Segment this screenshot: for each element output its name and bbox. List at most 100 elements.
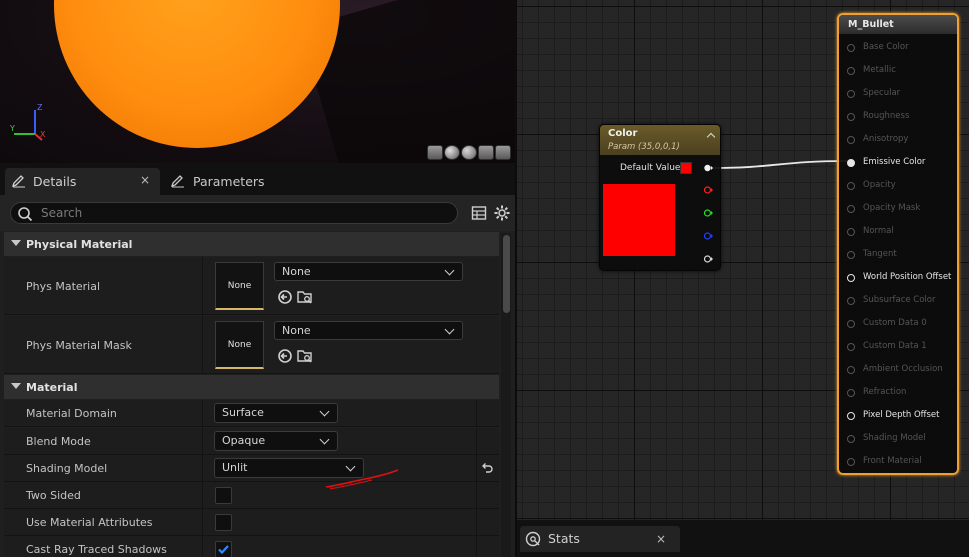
- material-domain-select[interactable]: Surface: [214, 403, 338, 423]
- output-pin-r[interactable]: [704, 186, 713, 194]
- tab-details-label: Details: [33, 174, 77, 189]
- cube-icon[interactable]: [478, 145, 494, 160]
- input-pin-icon[interactable]: [847, 159, 855, 167]
- close-icon[interactable]: ×: [140, 173, 150, 187]
- use-selected-asset-icon[interactable]: [277, 348, 293, 364]
- output-pin-rgb[interactable]: [704, 164, 713, 172]
- pencil-icon: [11, 175, 25, 188]
- output-pin-b[interactable]: [704, 232, 713, 240]
- input-pin-icon[interactable]: [847, 205, 855, 213]
- axis-label-y: Y: [9, 124, 15, 133]
- section-material[interactable]: Material: [4, 375, 499, 399]
- asset-thumbnail[interactable]: None: [215, 262, 264, 310]
- mesh-icon[interactable]: [495, 145, 511, 160]
- input-pin-icon[interactable]: [847, 228, 855, 236]
- input-pin-label: Refraction: [863, 387, 907, 397]
- use-material-attributes-checkbox[interactable]: [215, 514, 232, 531]
- column-divider: [202, 316, 203, 373]
- browse-asset-icon[interactable]: [297, 348, 313, 364]
- input-pin-icon[interactable]: [847, 182, 855, 190]
- node-title: Color: [608, 128, 638, 139]
- input-pin-icon[interactable]: [847, 67, 855, 75]
- node-subtitle: Param (35,0,0,1): [608, 142, 680, 152]
- preview-shape-toolbar: [427, 145, 511, 160]
- blend-mode-select[interactable]: Opaque: [214, 431, 338, 451]
- color-parameter-node[interactable]: Color Param (35,0,0,1) Default Value: [599, 124, 721, 271]
- chevron-down-icon: [319, 434, 330, 445]
- section-title: Material: [26, 380, 78, 394]
- tab-stats[interactable]: Stats ×: [520, 526, 680, 552]
- node-header[interactable]: M_Bullet: [839, 15, 957, 34]
- input-pin-icon[interactable]: [847, 113, 855, 121]
- column-divider: [476, 428, 477, 454]
- input-pin-icon[interactable]: [847, 274, 855, 282]
- input-pin-label: Front Material: [863, 456, 922, 466]
- material-preview-viewport[interactable]: Z Y X: [0, 0, 515, 163]
- chevron-up-icon[interactable]: [706, 132, 716, 142]
- details-panel: Search Physical Material Phys Material N…: [0, 195, 515, 557]
- property-row-blend-mode: Blend Mode Opaque: [4, 428, 499, 455]
- input-pin-icon[interactable]: [847, 412, 855, 420]
- output-pin-g[interactable]: [704, 209, 713, 217]
- tab-details[interactable]: Details ×: [5, 168, 160, 195]
- input-pin-label: Shading Model: [863, 433, 926, 443]
- details-toolbar: Search: [0, 195, 515, 231]
- default-value-swatch[interactable]: [680, 162, 692, 174]
- input-pin-icon[interactable]: [847, 320, 855, 328]
- default-value-label: Default Value: [620, 163, 681, 173]
- column-divider: [202, 257, 203, 314]
- section-physical-material[interactable]: Physical Material: [4, 232, 499, 256]
- material-graph-canvas[interactable]: Color Param (35,0,0,1) Default Value M_B…: [517, 0, 969, 557]
- asset-picker-dropdown[interactable]: None: [274, 262, 463, 281]
- chevron-down-icon: [11, 383, 21, 389]
- gear-icon[interactable]: [493, 204, 511, 222]
- output-pin-a[interactable]: [704, 255, 713, 263]
- column-divider: [202, 482, 203, 508]
- input-pin-icon[interactable]: [847, 251, 855, 259]
- cast-ray-traced-shadows-checkbox[interactable]: [215, 541, 232, 557]
- input-pin-icon[interactable]: [847, 44, 855, 52]
- color-preview-swatch: [603, 184, 675, 256]
- browse-asset-icon[interactable]: [297, 289, 313, 305]
- property-row-two-sided: Two Sided: [4, 482, 499, 509]
- property-label: Blend Mode: [26, 435, 91, 448]
- use-selected-asset-icon[interactable]: [277, 289, 293, 305]
- cylinder-icon[interactable]: [427, 145, 443, 160]
- scrollbar-thumb[interactable]: [503, 235, 510, 313]
- property-label: Use Material Attributes: [26, 516, 153, 529]
- input-pin-icon[interactable]: [847, 389, 855, 397]
- property-label: Two Sided: [26, 489, 81, 502]
- column-divider: [202, 509, 203, 535]
- chevron-down-icon: [319, 406, 330, 417]
- node-header[interactable]: Color Param (35,0,0,1): [600, 125, 720, 155]
- input-pin-icon[interactable]: [847, 343, 855, 351]
- input-pin-label: Ambient Occlusion: [863, 364, 943, 374]
- input-pin-icon[interactable]: [847, 435, 855, 443]
- input-pin-label: Custom Data 1: [863, 341, 927, 351]
- column-divider: [476, 482, 477, 508]
- input-pin-icon[interactable]: [847, 90, 855, 98]
- search-placeholder: Search: [41, 206, 83, 220]
- column-divider: [476, 455, 477, 481]
- plane-icon[interactable]: [461, 145, 477, 160]
- input-pin-icon[interactable]: [847, 366, 855, 374]
- input-pin-icon[interactable]: [847, 458, 855, 466]
- axis-label-z: Z: [37, 103, 43, 112]
- tab-parameters[interactable]: Parameters: [168, 168, 318, 195]
- asset-thumbnail[interactable]: None: [215, 321, 264, 369]
- reset-to-default-icon[interactable]: [480, 461, 494, 473]
- property-row-phys-material-mask: Phys Material Mask None None: [4, 316, 499, 374]
- details-scrollbar[interactable]: [501, 233, 511, 557]
- sphere-icon[interactable]: [444, 145, 460, 160]
- close-icon[interactable]: ×: [656, 526, 666, 552]
- search-input[interactable]: Search: [10, 202, 458, 224]
- red-annotation-scribble: [325, 469, 399, 490]
- input-pin-icon[interactable]: [847, 297, 855, 305]
- table-view-icon[interactable]: [471, 205, 487, 221]
- input-pin-icon[interactable]: [847, 136, 855, 144]
- material-result-node[interactable]: M_Bullet Base Color Metallic Specular Rough…: [837, 13, 959, 475]
- asset-picker-dropdown[interactable]: None: [274, 321, 463, 340]
- asset-picker-value: None: [282, 324, 311, 337]
- select-value: Opaque: [222, 434, 266, 447]
- two-sided-checkbox[interactable]: [215, 487, 232, 504]
